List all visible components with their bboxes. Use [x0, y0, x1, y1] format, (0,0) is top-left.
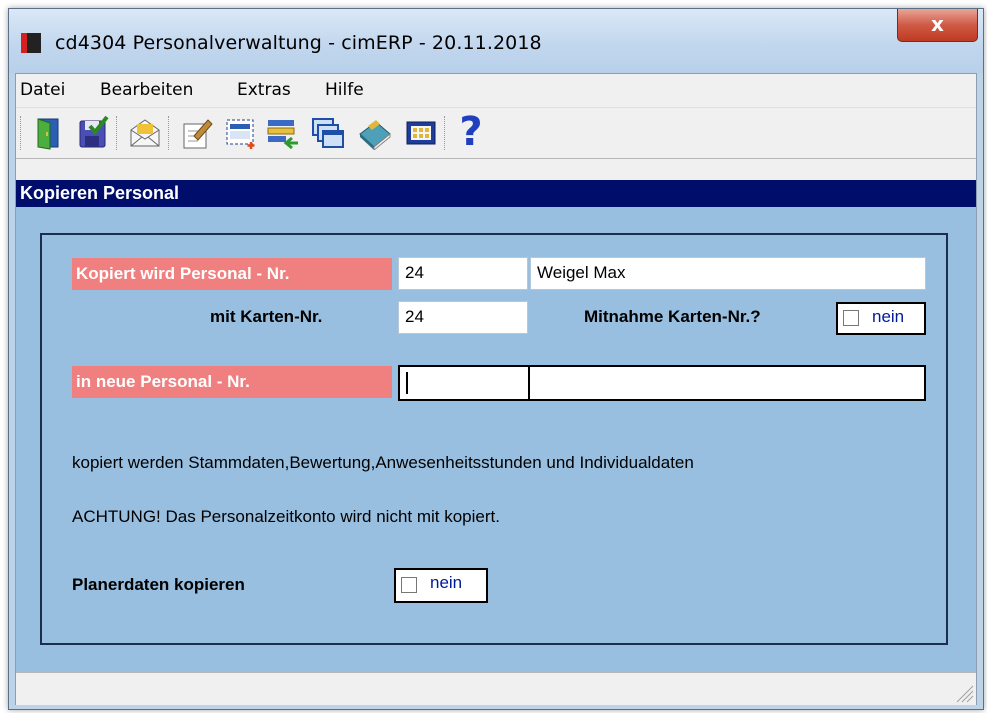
- resize-grip-icon[interactable]: [952, 681, 974, 703]
- exit-door-icon[interactable]: [30, 116, 64, 150]
- toolbar: ?: [16, 107, 976, 158]
- menu-bearbeiten[interactable]: Bearbeiten: [100, 80, 193, 100]
- calculator-icon[interactable]: [404, 116, 438, 150]
- help-icon[interactable]: ?: [454, 110, 488, 154]
- title-bar[interactable]: cd4304 Personalverwaltung - cimERP - 20.…: [9, 9, 983, 73]
- toolbar-separator: [444, 116, 448, 150]
- toolbar-divider: [16, 158, 976, 159]
- target-name-input[interactable]: [528, 365, 926, 401]
- planer-data-checkbox[interactable]: nein: [394, 568, 488, 603]
- menu-bar: Datei Bearbeiten Extras Hilfe: [16, 74, 976, 106]
- take-card-checkbox[interactable]: nein: [836, 302, 926, 335]
- take-card-value: nein: [872, 307, 905, 326]
- target-number-input[interactable]: [398, 365, 530, 401]
- target-personnel-label: in neue Personal - Nr.: [72, 366, 392, 398]
- windows-icon[interactable]: [311, 116, 345, 150]
- book-icon[interactable]: [358, 116, 392, 152]
- edit-icon[interactable]: [180, 116, 214, 150]
- source-number-field[interactable]: 24: [398, 257, 528, 290]
- content-area: Kopiert wird Personal - Nr. 24 Weigel Ma…: [16, 207, 976, 672]
- status-bar: [16, 672, 976, 705]
- take-card-box[interactable]: [843, 310, 859, 326]
- warning-text: ACHTUNG! Das Personalzeitkonto wird nich…: [72, 507, 500, 526]
- close-button[interactable]: x: [897, 9, 978, 42]
- source-personnel-label: Kopiert wird Personal - Nr.: [72, 258, 392, 290]
- window-title: cd4304 Personalverwaltung - cimERP - 20.…: [55, 32, 542, 54]
- new-record-icon[interactable]: [224, 116, 258, 150]
- planer-data-value: nein: [430, 573, 463, 592]
- toolbar-separator: [168, 116, 172, 150]
- info-text: kopiert werden Stammdaten,Bewertung,Anwe…: [72, 453, 694, 472]
- toolbar-grip[interactable]: [20, 116, 24, 150]
- card-number-label: mit Karten-Nr.: [210, 307, 323, 326]
- section-title: Kopieren Personal: [16, 180, 976, 207]
- client-area: Datei Bearbeiten Extras Hilfe ? Kopieren…: [15, 73, 977, 705]
- planer-data-box[interactable]: [401, 577, 417, 593]
- app-icon[interactable]: [21, 33, 41, 53]
- copy-form-group: Kopiert wird Personal - Nr. 24 Weigel Ma…: [40, 233, 948, 645]
- menu-hilfe[interactable]: Hilfe: [325, 80, 364, 100]
- text-caret: [406, 372, 408, 394]
- card-number-field[interactable]: 24: [398, 301, 528, 334]
- list-transfer-icon[interactable]: [266, 116, 300, 150]
- save-icon[interactable]: [76, 115, 110, 150]
- planer-data-label: Planerdaten kopieren: [72, 575, 245, 594]
- app-window: cd4304 Personalverwaltung - cimERP - 20.…: [8, 8, 984, 710]
- take-card-label: Mitnahme Karten-Nr.?: [584, 307, 761, 326]
- mail-icon[interactable]: [128, 116, 162, 150]
- menu-extras[interactable]: Extras: [237, 80, 291, 100]
- toolbar-separator: [116, 116, 120, 150]
- menu-datei[interactable]: Datei: [20, 80, 65, 100]
- source-name-field[interactable]: Weigel Max: [530, 257, 926, 290]
